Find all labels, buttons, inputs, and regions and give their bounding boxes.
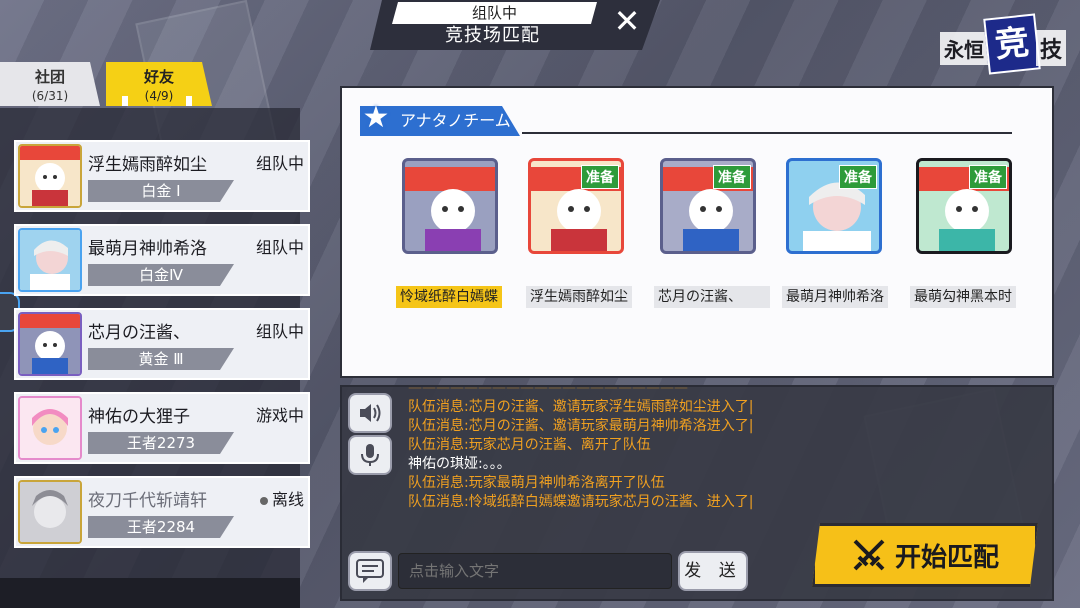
avatar-doll-icon: [20, 146, 80, 206]
tab-notch: [186, 96, 192, 106]
offline-dot-icon: [259, 496, 268, 505]
chat-line: 队伍消息:怜域纸醉白嫣蝶邀请玩家芯月の汪酱、进入了|: [408, 494, 754, 510]
chat-bubble-icon: [356, 559, 384, 583]
microphone-button[interactable]: [348, 435, 392, 475]
friend-rank: 王者2273: [88, 432, 234, 454]
chat-line: 队伍消息:芯月の汪酱、邀请玩家浮生嫣雨醉如尘进入了|: [408, 399, 754, 415]
friend-item[interactable]: 最萌月神帅希洛 组队中 白金Ⅳ: [14, 224, 310, 296]
ready-badge: 准备: [839, 165, 877, 189]
avatar: [18, 144, 82, 208]
chat-panel: ———————————————————— 队伍消息:芯月の汪酱、邀请玩家浮生嫣雨…: [340, 380, 1054, 601]
chat-line: 神佑の琪娅:。。。: [408, 456, 511, 472]
start-match-label: 开始匹配: [894, 542, 999, 573]
friend-status: 组队中: [255, 322, 304, 341]
team-member-slot[interactable]: [402, 158, 498, 254]
team-panel: アナタノチーム ★ 准备 准备 准备 准备 怜域纸醉白嫣蝶 浮生嫣雨醉如尘 芯月…: [340, 86, 1054, 378]
chat-line-faded: ————————————————————: [408, 380, 688, 396]
logo-text: 竞: [983, 13, 1041, 75]
team-member-slot[interactable]: 准备: [660, 158, 756, 254]
page-title: 竞技场匹配: [445, 25, 540, 46]
friend-rank: 黄金 Ⅲ: [88, 348, 234, 370]
member-name: 芯月の汪酱、: [654, 286, 770, 308]
friend-item[interactable]: 芯月の汪酱、 组队中 黄金 Ⅲ: [14, 308, 310, 380]
chat-log[interactable]: ———————————————————— 队伍消息:芯月の汪酱、邀请玩家浮生嫣雨…: [408, 379, 828, 512]
tab-friends[interactable]: 好友 (4/9): [106, 62, 212, 106]
quick-chat-button[interactable]: [348, 551, 392, 591]
team-member-slot[interactable]: 准备: [786, 158, 882, 254]
tab-label: 社团: [34, 68, 65, 86]
avatar: [18, 480, 82, 544]
friend-name: 浮生嫣雨醉如尘: [88, 155, 207, 175]
friend-item[interactable]: 神佑の大狸子 游戏中 王者2273: [14, 392, 310, 464]
tab-label: 好友: [143, 68, 174, 86]
friend-name: 神佑の大狸子: [88, 407, 190, 427]
ready-badge: 准备: [581, 165, 619, 189]
send-button[interactable]: 发 送: [678, 551, 748, 591]
ready-badge: 准备: [713, 165, 751, 189]
friend-name: 芯月の汪酱、: [88, 323, 190, 343]
start-match-button[interactable]: 开始匹配: [812, 523, 1038, 587]
chat-line: 队伍消息:芯月の汪酱、邀请玩家最萌月神帅希洛进入了|: [408, 418, 754, 434]
member-name: 浮生嫣雨醉如尘: [526, 286, 632, 308]
friend-name: 夜刀千代斩靖轩: [88, 491, 207, 511]
voice-toggle-button[interactable]: [348, 393, 392, 433]
friend-status: 游戏中: [255, 406, 304, 425]
friend-rank: 白金 Ⅰ: [88, 180, 234, 202]
friend-status: 组队中: [255, 154, 304, 173]
team-status-label: 组队中: [392, 2, 597, 24]
avatar-character-icon: [20, 398, 80, 458]
avatar-doll-icon: [20, 314, 80, 374]
team-member-slot[interactable]: 准备: [916, 158, 1012, 254]
avatar-character-icon: [20, 230, 80, 290]
game-logo: 永恒 竞 技: [940, 12, 1075, 76]
chat-input[interactable]: [398, 553, 672, 589]
logo-text: 技: [1036, 30, 1067, 66]
chat-line: 队伍消息:玩家芯月の汪酱、离开了队伍: [408, 437, 651, 453]
avatar: [18, 312, 82, 376]
friend-rank: 王者2284: [88, 516, 234, 538]
friend-status: 离线: [259, 486, 304, 510]
friend-status: 组队中: [255, 238, 304, 257]
microphone-icon: [361, 444, 379, 466]
team-member-slot[interactable]: 准备: [528, 158, 624, 254]
member-name: 最萌月神帅希洛: [782, 286, 888, 308]
member-name: 最萌勾神黑本时: [910, 286, 1016, 308]
avatar-character-icon: [20, 482, 80, 542]
star-icon: ★: [362, 100, 390, 135]
chat-line: 队伍消息:玩家最萌月神帅希洛离开了队伍: [408, 475, 665, 491]
speaker-icon: [360, 404, 381, 422]
friend-name: 最萌月神帅希洛: [88, 239, 207, 259]
friend-item[interactable]: 浮生嫣雨醉如尘 组队中 白金 Ⅰ: [14, 140, 310, 212]
logo-text: 永恒: [940, 32, 988, 65]
close-button[interactable]: ✕: [607, 4, 647, 40]
tab-count: (6/31): [31, 89, 69, 103]
avatar: [18, 228, 82, 292]
avatar: [18, 396, 82, 460]
member-name: 怜域纸醉白嫣蝶: [396, 286, 502, 308]
divider: [522, 132, 1012, 134]
friend-rank: 白金Ⅳ: [88, 264, 234, 286]
list-footer: [0, 578, 300, 608]
member-doll-icon: [405, 167, 495, 251]
friend-status-text: 离线: [271, 490, 304, 509]
tab-notch: [122, 96, 128, 106]
crossed-swords-icon: [851, 537, 887, 573]
ready-badge: 准备: [969, 165, 1007, 189]
friend-item[interactable]: 夜刀千代斩靖轩 离线 王者2284: [14, 476, 310, 548]
tab-club[interactable]: 社团 (6/31): [0, 62, 100, 106]
